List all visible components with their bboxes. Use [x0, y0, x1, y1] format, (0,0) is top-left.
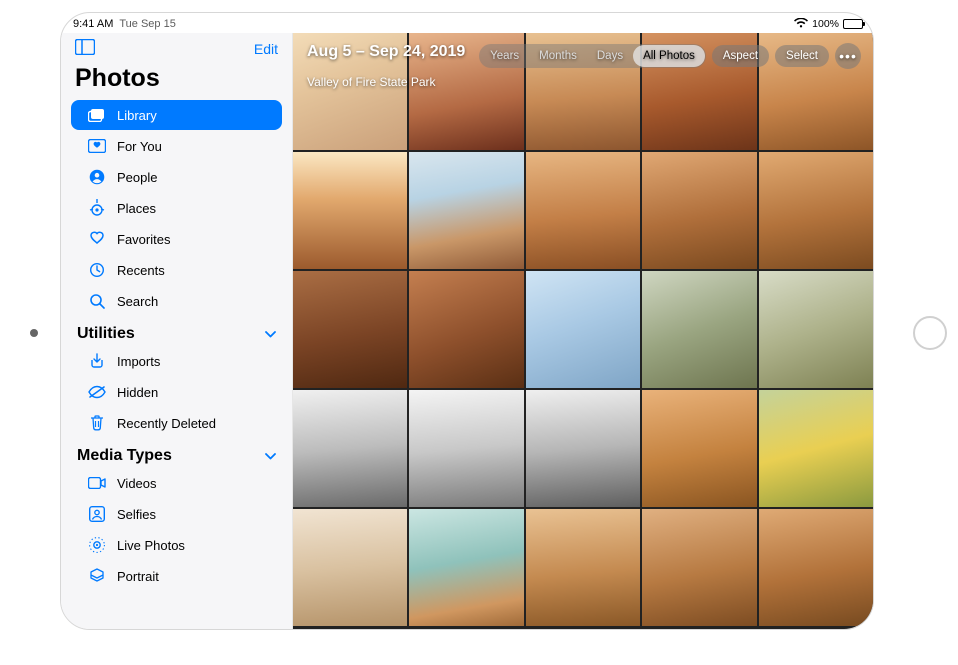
hidden-icon: [87, 382, 107, 402]
sidebar-item-label: People: [117, 170, 157, 185]
sidebar-item-people[interactable]: People: [71, 162, 282, 192]
photo-thumbnail[interactable]: [409, 152, 523, 269]
sidebar-item-library[interactable]: Library: [71, 100, 282, 130]
photo-thumbnail[interactable]: [642, 152, 756, 269]
sidebar-title: Photos: [61, 62, 292, 99]
photo-thumbnail[interactable]: [759, 152, 873, 269]
trash-icon: [87, 413, 107, 433]
photo-thumbnail[interactable]: [526, 509, 640, 626]
sidebar-item-label: Favorites: [117, 232, 170, 247]
sidebar-item-label: Search: [117, 294, 158, 309]
sidebar-section-utilities[interactable]: Utilities: [61, 317, 292, 345]
home-button[interactable]: [913, 316, 947, 350]
sidebar-section-title: Media Types: [77, 447, 172, 465]
photo-thumbnail[interactable]: [293, 390, 407, 507]
places-icon: [87, 198, 107, 218]
photo-thumbnail[interactable]: [759, 271, 873, 388]
photo-thumbnail[interactable]: [293, 33, 407, 150]
people-icon: [87, 167, 107, 187]
chevron-down-icon: [265, 449, 276, 463]
sidebar-item-label: Recently Deleted: [117, 416, 216, 431]
wifi-icon: [794, 18, 808, 31]
photo-thumbnail[interactable]: [526, 152, 640, 269]
sidebar-item-videos[interactable]: Videos: [71, 468, 282, 498]
front-camera: [30, 329, 38, 337]
live-photos-icon: [87, 535, 107, 555]
segment-months[interactable]: Months: [529, 45, 587, 67]
sidebar-item-selfies[interactable]: Selfies: [71, 499, 282, 529]
sidebar-item-label: Live Photos: [117, 538, 185, 553]
segment-days[interactable]: Days: [587, 45, 633, 67]
chevron-down-icon: [265, 327, 276, 341]
sidebar-item-label: Recents: [117, 263, 165, 278]
sidebar-item-label: Places: [117, 201, 156, 216]
photo-thumbnail[interactable]: [293, 152, 407, 269]
recents-icon: [87, 260, 107, 280]
photo-thumbnail[interactable]: [526, 271, 640, 388]
battery-icon: [843, 19, 863, 29]
sidebar-item-label: Library: [117, 108, 157, 123]
sidebar-item-recents[interactable]: Recents: [71, 255, 282, 285]
sidebar-toggle-icon[interactable]: [75, 39, 95, 58]
photo-thumbnail[interactable]: [293, 509, 407, 626]
photo-thumbnail[interactable]: [642, 390, 756, 507]
video-icon: [87, 473, 107, 493]
sidebar-item-portrait[interactable]: Portrait: [71, 561, 282, 591]
sidebar-item-for-you[interactable]: For You: [71, 131, 282, 161]
sidebar-item-label: For You: [117, 139, 162, 154]
sidebar-item-favorites[interactable]: Favorites: [71, 224, 282, 254]
view-segmented-control[interactable]: YearsMonthsDaysAll Photos: [479, 44, 706, 68]
sidebar-item-places[interactable]: Places: [71, 193, 282, 223]
sidebar-item-imports[interactable]: Imports: [71, 346, 282, 376]
sidebar-item-label: Portrait: [117, 569, 159, 584]
sidebar-item-search[interactable]: Search: [71, 286, 282, 316]
photo-grid-content: Aug 5 – Sep 24, 2019 Valley of Fire Stat…: [293, 33, 873, 629]
sidebar-item-label: Selfies: [117, 507, 156, 522]
sidebar: Edit Photos Library For You People Places Fa…: [61, 33, 293, 629]
sidebar-item-label: Videos: [117, 476, 157, 491]
photo-thumbnail[interactable]: [642, 271, 756, 388]
imports-icon: [87, 351, 107, 371]
portrait-icon: [87, 566, 107, 586]
photo-thumbnail[interactable]: [409, 509, 523, 626]
more-button[interactable]: •••: [835, 43, 861, 69]
aspect-button[interactable]: Aspect: [712, 45, 769, 67]
sidebar-item-live-photos[interactable]: Live Photos: [71, 530, 282, 560]
photo-thumbnail[interactable]: [293, 271, 407, 388]
select-button[interactable]: Select: [775, 45, 829, 67]
favorites-icon: [87, 229, 107, 249]
library-icon: [87, 105, 107, 125]
status-time: 9:41 AM: [73, 18, 113, 30]
battery-pct: 100%: [812, 18, 839, 30]
photo-thumbnail[interactable]: [526, 390, 640, 507]
photo-grid: [293, 33, 873, 629]
status-bar: 9:41 AM Tue Sep 15 100%: [61, 13, 873, 33]
status-date: Tue Sep 15: [119, 18, 175, 30]
sidebar-item-hidden[interactable]: Hidden: [71, 377, 282, 407]
for-you-icon: [87, 136, 107, 156]
sidebar-section-media-types[interactable]: Media Types: [61, 439, 292, 467]
selfies-icon: [87, 504, 107, 524]
sidebar-edit-button[interactable]: Edit: [254, 41, 278, 57]
sidebar-item-label: Imports: [117, 354, 160, 369]
segment-all-photos[interactable]: All Photos: [633, 45, 705, 67]
photo-thumbnail[interactable]: [759, 509, 873, 626]
sidebar-item-label: Hidden: [117, 385, 158, 400]
photo-thumbnail[interactable]: [759, 390, 873, 507]
sidebar-section-title: Utilities: [77, 325, 135, 343]
search-icon: [87, 291, 107, 311]
photo-thumbnail[interactable]: [409, 390, 523, 507]
sidebar-item-recently-deleted[interactable]: Recently Deleted: [71, 408, 282, 438]
segment-years[interactable]: Years: [480, 45, 529, 67]
photo-thumbnail[interactable]: [409, 271, 523, 388]
photo-thumbnail[interactable]: [642, 509, 756, 626]
